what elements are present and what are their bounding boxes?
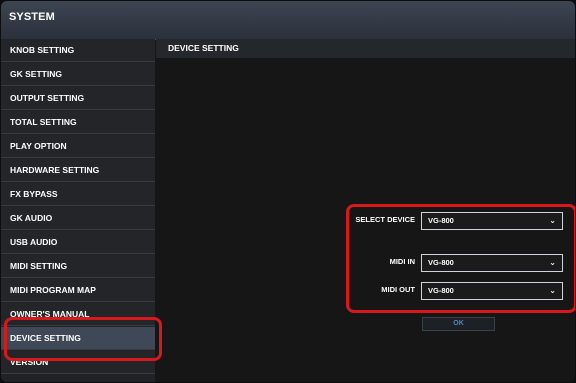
sidebar-item-gk-setting[interactable]: GK SETTING xyxy=(1,63,155,86)
sidebar-item-midi-program-map[interactable]: MIDI PROGRAM MAP xyxy=(1,279,155,302)
page-title: DEVICE SETTING xyxy=(168,43,239,53)
sidebar-item-fx-bypass[interactable]: FX BYPASS xyxy=(1,183,155,206)
system-window: SYSTEM KNOB SETTING GK SETTING OUTPUT SE… xyxy=(1,1,575,382)
sidebar-item-midi-setting[interactable]: MIDI SETTING xyxy=(1,255,155,278)
sidebar-item-knob-setting[interactable]: KNOB SETTING xyxy=(1,39,155,62)
sidebar-item-hardware-setting[interactable]: HARDWARE SETTING xyxy=(1,159,155,182)
content-header: DEVICE SETTING xyxy=(156,39,575,59)
sidebar-item-usb-audio[interactable]: USB AUDIO xyxy=(1,231,155,254)
ok-button[interactable]: OK xyxy=(422,317,495,331)
sidebar-item-output-setting[interactable]: OUTPUT SETTING xyxy=(1,87,155,110)
sidebar-item-play-option[interactable]: PLAY OPTION xyxy=(1,135,155,158)
fields-highlight-frame xyxy=(346,204,575,313)
title-bar: SYSTEM xyxy=(1,1,575,40)
sidebar-item-gk-audio[interactable]: GK AUDIO xyxy=(1,207,155,230)
sidebar-highlight-frame xyxy=(4,317,162,361)
window-title: SYSTEM xyxy=(9,11,55,23)
sidebar-item-total-setting[interactable]: TOTAL SETTING xyxy=(1,111,155,134)
